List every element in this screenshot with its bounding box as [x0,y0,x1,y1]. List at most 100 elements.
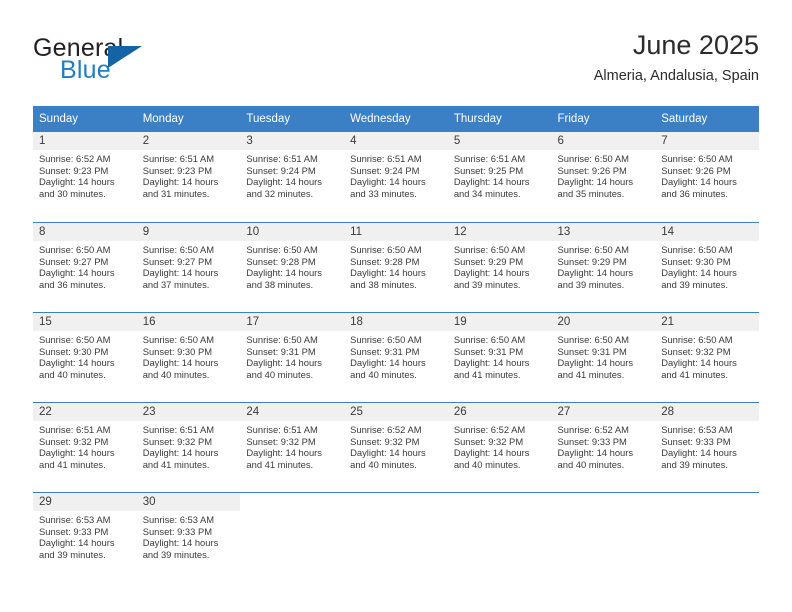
calendar-day-cell[interactable]: 18 Sunrise: 6:50 AM Sunset: 9:31 PM Dayligh… [344,312,448,402]
detail-daylight-line1: Daylight: 14 hours [557,176,634,188]
day-number: 18 [344,313,448,331]
calendar-day-cell[interactable]: 13 Sunrise: 6:50 AM Sunset: 9:29 PM Dayligh… [551,222,656,312]
detail-sunrise: Sunrise: 6:53 AM [39,514,111,525]
detail-sunset: Sunset: 9:23 PM [39,164,109,176]
day-number: 5 [447,132,552,150]
day-details: Sunrise: 6:53 AM Sunset: 9:33 PM Daylight:… [33,511,137,560]
detail-sunset: Sunset: 9:31 PM [246,345,316,357]
calendar-day-cell[interactable]: 30 Sunrise: 6:53 AM Sunset: 9:33 PM Dayligh… [136,492,241,582]
detail-sunrise: Sunrise: 6:50 AM [661,334,733,345]
detail-daylight-line1: Daylight: 14 hours [142,267,219,279]
detail-daylight-line1: Daylight: 14 hours [39,176,115,188]
calendar-day-cell[interactable]: 20 Sunrise: 6:50 AM Sunset: 9:31 PM Dayligh… [551,312,656,402]
calendar-week-row: 22 Sunrise: 6:51 AM Sunset: 9:32 PM Dayligh… [33,402,759,492]
detail-daylight-line1: Daylight: 14 hours [350,357,426,369]
calendar-day-cell[interactable]: 23 Sunrise: 6:51 AM Sunset: 9:32 PM Dayligh… [136,402,241,492]
calendar-day-cell[interactable]: 16 Sunrise: 6:50 AM Sunset: 9:30 PM Dayligh… [136,312,241,402]
calendar-day-cell[interactable]: 7 Sunrise: 6:50 AM Sunset: 9:26 PM Daylight… [655,132,759,222]
calendar-week-row: 1 Sunrise: 6:52 AM Sunset: 9:23 PM Daylight… [33,132,759,222]
calendar-day-cell[interactable]: 25 Sunrise: 6:52 AM Sunset: 9:32 PM Dayligh… [344,402,448,492]
detail-daylight-line1: Daylight: 14 hours [350,267,426,279]
detail-sunrise: Sunrise: 6:52 AM [39,153,111,164]
calendar-day-cell[interactable]: 11 Sunrise: 6:50 AM Sunset: 9:28 PM Dayligh… [344,222,448,312]
calendar-day-cell[interactable]: 12 Sunrise: 6:50 AM Sunset: 9:29 PM Dayligh… [447,222,552,312]
detail-daylight-line1: Daylight: 14 hours [453,357,530,369]
day-number: 3 [240,132,345,150]
detail-daylight-line2: and 38 minutes. [246,278,314,290]
day-number: 14 [655,223,759,241]
day-number: 9 [136,223,241,241]
day-cell-inner: 9 Sunrise: 6:50 AM Sunset: 9:27 PM Daylight… [136,222,241,312]
detail-sunrise: Sunrise: 6:50 AM [39,244,111,255]
day-cell-inner: 15 Sunrise: 6:50 AM Sunset: 9:30 PM Dayligh… [33,312,137,402]
day-number: 27 [551,403,656,421]
day-details: Sunrise: 6:50 AM Sunset: 9:30 PM Daylight:… [137,331,241,380]
day-cell-inner: 16 Sunrise: 6:50 AM Sunset: 9:30 PM Dayligh… [136,312,241,402]
calendar-day-cell-empty [655,492,759,582]
day-number [448,493,552,511]
calendar-day-cell-empty [240,492,345,582]
day-cell-inner: 18 Sunrise: 6:50 AM Sunset: 9:31 PM Dayligh… [344,312,448,402]
day-number: 12 [447,223,552,241]
detail-daylight-line1: Daylight: 14 hours [39,357,115,369]
calendar-day-cell[interactable]: 27 Sunrise: 6:52 AM Sunset: 9:33 PM Dayligh… [551,402,656,492]
detail-sunset: Sunset: 9:32 PM [142,435,213,447]
day-details: Sunrise: 6:53 AM Sunset: 9:33 PM Daylight:… [137,511,241,560]
detail-daylight-line1: Daylight: 14 hours [661,176,737,188]
day-details: Sunrise: 6:52 AM Sunset: 9:23 PM Daylight:… [33,150,137,199]
detail-daylight-line2: and 39 minutes. [661,278,728,290]
page-subtitle: Almeria, Andalusia, Spain [593,68,759,84]
detail-daylight-line2: and 34 minutes. [453,187,521,199]
day-cell-inner: 27 Sunrise: 6:52 AM Sunset: 9:33 PM Dayligh… [551,402,656,492]
detail-daylight-line2: and 39 minutes. [557,278,625,290]
calendar-day-cell[interactable]: 15 Sunrise: 6:50 AM Sunset: 9:30 PM Dayligh… [33,312,137,402]
detail-daylight-line2: and 32 minutes. [246,187,314,199]
day-number: 13 [551,223,656,241]
detail-sunrise: Sunrise: 6:50 AM [557,153,629,164]
calendar-day-cell[interactable]: 28 Sunrise: 6:53 AM Sunset: 9:33 PM Dayligh… [655,402,759,492]
calendar-day-cell[interactable]: 29 Sunrise: 6:53 AM Sunset: 9:33 PM Dayligh… [33,492,137,582]
calendar-day-cell[interactable]: 24 Sunrise: 6:51 AM Sunset: 9:32 PM Dayligh… [240,402,345,492]
detail-sunrise: Sunrise: 6:50 AM [246,244,318,255]
calendar-day-cell[interactable]: 6 Sunrise: 6:50 AM Sunset: 9:26 PM Daylight… [551,132,656,222]
calendar-day-cell[interactable]: 19 Sunrise: 6:50 AM Sunset: 9:31 PM Dayligh… [447,312,552,402]
day-details: Sunrise: 6:52 AM Sunset: 9:32 PM Daylight:… [344,421,448,470]
calendar-day-cell[interactable]: 17 Sunrise: 6:50 AM Sunset: 9:31 PM Dayligh… [240,312,345,402]
calendar-day-cell[interactable]: 2 Sunrise: 6:51 AM Sunset: 9:23 PM Daylight… [136,132,241,222]
calendar-day-cell[interactable]: 22 Sunrise: 6:51 AM Sunset: 9:32 PM Dayligh… [33,402,137,492]
day-cell-inner: 8 Sunrise: 6:50 AM Sunset: 9:27 PM Daylight… [33,222,137,312]
calendar-header-row: Sunday Monday Tuesday Wednesday Thursday… [33,106,759,132]
detail-sunrise: Sunrise: 6:50 AM [661,244,733,255]
calendar-day-cell[interactable]: 26 Sunrise: 6:52 AM Sunset: 9:32 PM Dayligh… [447,402,552,492]
calendar-day-cell[interactable]: 4 Sunrise: 6:51 AM Sunset: 9:24 PM Daylight… [344,132,448,222]
calendar-day-cell[interactable]: 3 Sunrise: 6:51 AM Sunset: 9:24 PM Daylight… [240,132,345,222]
day-cell-inner: 3 Sunrise: 6:51 AM Sunset: 9:24 PM Daylight… [240,132,345,222]
day-number: 16 [136,313,241,331]
page-title: June 2025 [632,30,759,60]
day-details: Sunrise: 6:50 AM Sunset: 9:30 PM Daylight:… [655,241,759,290]
detail-daylight-line1: Daylight: 14 hours [246,267,322,279]
detail-sunset: Sunset: 9:25 PM [453,164,524,176]
calendar-day-cell[interactable]: 5 Sunrise: 6:51 AM Sunset: 9:25 PM Daylight… [447,132,552,222]
calendar-day-cell[interactable]: 21 Sunrise: 6:50 AM Sunset: 9:32 PM Dayligh… [655,312,759,402]
brand-logo[interactable]: General Blue [33,34,243,92]
calendar-day-cell[interactable]: 1 Sunrise: 6:52 AM Sunset: 9:23 PM Daylight… [33,132,137,222]
calendar-day-cell[interactable]: 14 Sunrise: 6:50 AM Sunset: 9:30 PM Dayligh… [655,222,759,312]
calendar-week-row: 29 Sunrise: 6:53 AM Sunset: 9:33 PM Dayligh… [33,492,759,582]
detail-sunset: Sunset: 9:28 PM [350,255,420,267]
day-details [344,511,448,514]
day-cell-inner: 26 Sunrise: 6:52 AM Sunset: 9:32 PM Dayligh… [447,402,552,492]
day-details: Sunrise: 6:50 AM Sunset: 9:29 PM Daylight:… [448,241,552,290]
detail-sunrise: Sunrise: 6:52 AM [453,424,526,435]
weekday-header-friday: Friday [551,106,656,132]
detail-daylight-line1: Daylight: 14 hours [350,176,426,188]
day-details: Sunrise: 6:50 AM Sunset: 9:31 PM Daylight:… [240,331,344,380]
day-cell-inner: 21 Sunrise: 6:50 AM Sunset: 9:32 PM Dayligh… [655,312,759,402]
day-details [448,511,552,514]
day-number: 7 [655,132,759,150]
calendar-day-cell[interactable]: 9 Sunrise: 6:50 AM Sunset: 9:27 PM Daylight… [136,222,241,312]
detail-daylight-line2: and 40 minutes. [246,368,314,380]
detail-sunset: Sunset: 9:30 PM [142,345,213,357]
calendar-day-cell[interactable]: 8 Sunrise: 6:50 AM Sunset: 9:27 PM Daylight… [33,222,137,312]
calendar-day-cell[interactable]: 10 Sunrise: 6:50 AM Sunset: 9:28 PM Dayligh… [240,222,345,312]
